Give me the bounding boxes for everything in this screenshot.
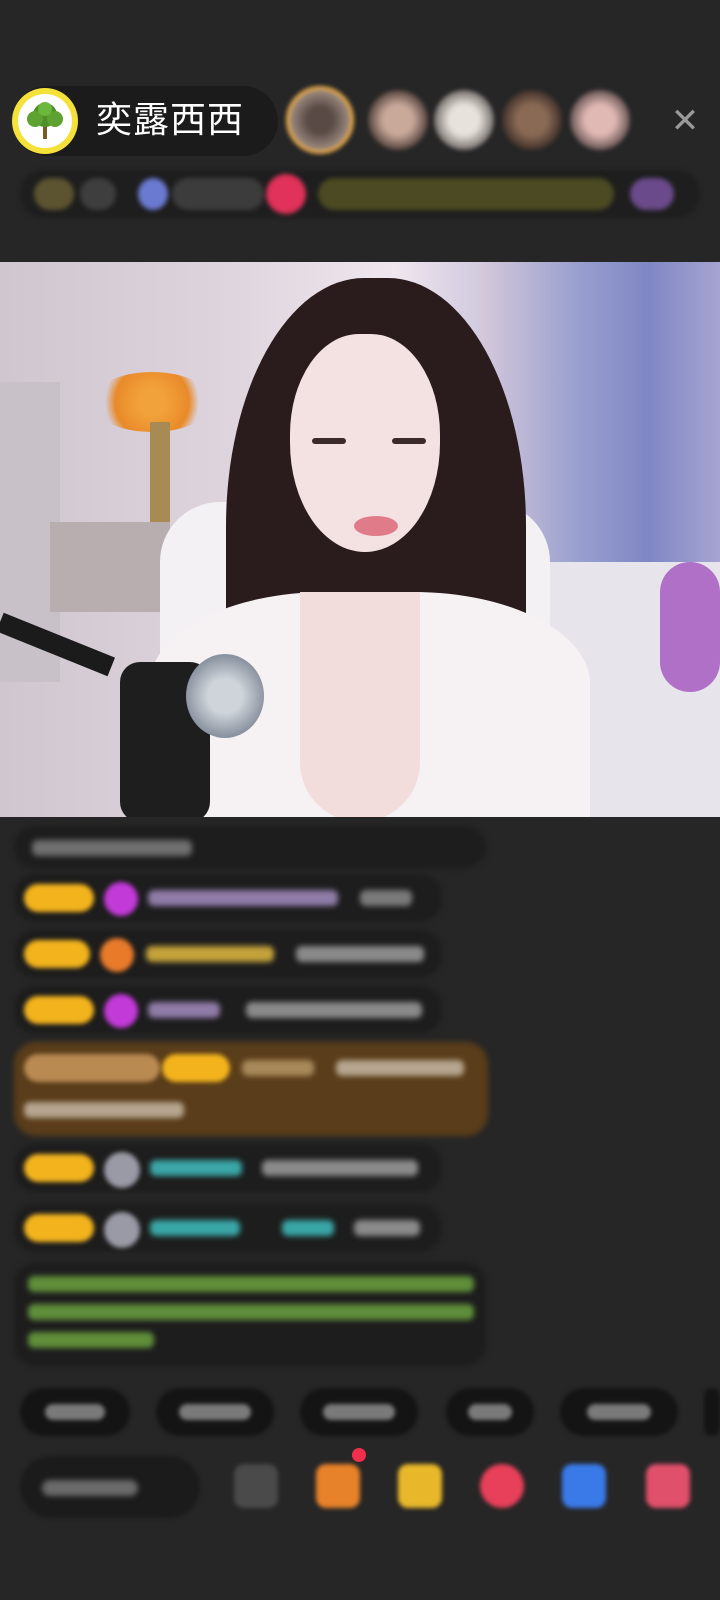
viewer-avatar[interactable]: [368, 90, 428, 150]
chat-text: [336, 1060, 464, 1076]
level-badge: [24, 1154, 94, 1182]
dresser: [50, 522, 170, 612]
anchor-name: 奕露西西: [96, 100, 245, 141]
chat-username[interactable]: [146, 946, 274, 962]
close-icon[interactable]: ✕: [668, 104, 702, 138]
quick-reply-button[interactable]: [156, 1388, 274, 1436]
right-eye: [392, 438, 426, 444]
level-badge: [162, 1054, 230, 1082]
heart-icon[interactable]: [480, 1464, 524, 1508]
chat-input-placeholder: [42, 1480, 138, 1496]
hot-icon[interactable]: [266, 174, 306, 214]
rank-banner[interactable]: [318, 178, 614, 210]
treasure-icon[interactable]: [398, 1464, 442, 1508]
diamond-icon: [104, 882, 138, 916]
globe-icon: [138, 178, 168, 210]
chat-username[interactable]: [148, 890, 338, 906]
vase-stem: [150, 422, 170, 522]
quick-reply-button[interactable]: [20, 1388, 130, 1436]
chat-text: [296, 946, 424, 962]
fan-icon: [100, 938, 134, 972]
diamond-icon: [104, 994, 138, 1028]
gift-box-icon[interactable]: [316, 1464, 360, 1508]
microphone-icon: [186, 654, 264, 738]
anchor-avatar[interactable]: [12, 88, 78, 154]
viewer-avatar[interactable]: [570, 90, 630, 150]
rank-badge-icon: [34, 178, 74, 210]
chat-text: [32, 840, 192, 856]
viewer-avatar[interactable]: [502, 90, 562, 150]
vip-badge: [24, 1054, 160, 1082]
viewer-avatar[interactable]: [286, 86, 354, 154]
chat-username[interactable]: [282, 1220, 334, 1236]
chat-username[interactable]: [242, 1060, 314, 1076]
chat-text: [354, 1220, 420, 1236]
chat-username[interactable]: [148, 1002, 220, 1018]
level-badge: [24, 996, 94, 1024]
user-avatar: [104, 1212, 140, 1248]
notification-dot: [352, 1448, 366, 1462]
notice-text: [28, 1276, 474, 1292]
left-eye: [312, 438, 346, 444]
quick-reply-button[interactable]: [704, 1388, 720, 1436]
live-video[interactable]: [0, 262, 720, 817]
rank-chip: [80, 178, 116, 210]
notice-text: [28, 1304, 474, 1320]
quick-reply-button[interactable]: [300, 1388, 418, 1436]
chat-text: [262, 1160, 418, 1176]
chat-text: [246, 1002, 422, 1018]
rank-icon[interactable]: [630, 178, 674, 210]
level-badge: [24, 1214, 94, 1242]
quick-reply-button[interactable]: [560, 1388, 678, 1436]
rank-chip: [172, 178, 264, 210]
quick-reply-button[interactable]: [446, 1388, 534, 1436]
pink-pillow: [660, 562, 720, 692]
neckline: [300, 592, 420, 817]
bag-icon[interactable]: [646, 1464, 690, 1508]
user-avatar: [104, 1152, 140, 1188]
more-icon[interactable]: [234, 1464, 278, 1508]
viewer-avatar[interactable]: [434, 90, 494, 150]
tree-icon: [27, 102, 63, 139]
level-badge: [24, 940, 90, 968]
chat-username[interactable]: [150, 1160, 242, 1176]
notice-text: [28, 1332, 154, 1348]
level-badge: [24, 884, 94, 912]
chat-text: [360, 890, 412, 906]
chat-text: [24, 1102, 184, 1118]
lips: [354, 516, 398, 536]
chat-username[interactable]: [150, 1220, 240, 1236]
game-icon[interactable]: [562, 1464, 606, 1508]
